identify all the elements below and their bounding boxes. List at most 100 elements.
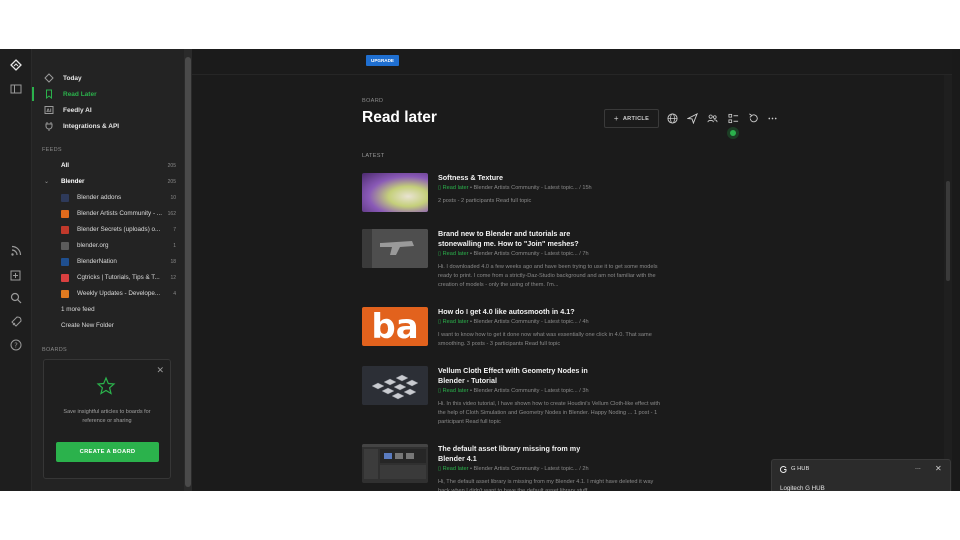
bookmark-icon bbox=[44, 89, 54, 99]
article-item[interactable]: Brand new to Blender and tutorials are s… bbox=[362, 229, 662, 289]
article-source: Blender Artists Community - Latest topic… bbox=[473, 185, 592, 191]
article-thumbnail bbox=[362, 173, 428, 212]
icon-rail: ? bbox=[0, 49, 32, 491]
add-content-icon[interactable] bbox=[8, 267, 24, 283]
feed-favicon bbox=[61, 290, 69, 298]
article-title[interactable]: How do I get 4.0 like autosmooth in 4.1? bbox=[438, 307, 608, 317]
article-title[interactable]: Brand new to Blender and tutorials are s… bbox=[438, 229, 608, 249]
svg-text:?: ? bbox=[14, 342, 18, 350]
feed-item[interactable]: Blender Secrets (uploads) o... 7 bbox=[32, 222, 184, 238]
nav-label: Today bbox=[63, 74, 82, 82]
feed-count: 4 bbox=[173, 291, 176, 297]
feed-count: 12 bbox=[170, 275, 176, 281]
feeds-icon[interactable] bbox=[8, 243, 24, 259]
feed-favicon bbox=[61, 258, 69, 266]
rocket-icon[interactable] bbox=[8, 314, 24, 330]
sidebar-scrollbar[interactable] bbox=[184, 49, 192, 491]
search-icon[interactable] bbox=[8, 290, 24, 306]
add-article-button[interactable]: + ARTICLE bbox=[604, 109, 659, 128]
checklist-icon[interactable] bbox=[727, 112, 739, 124]
folder-blender[interactable]: ⌄ Blender 205 bbox=[32, 174, 184, 190]
upgrade-button[interactable]: UPGRADE bbox=[366, 55, 399, 66]
feed-item[interactable]: BlenderNation 18 bbox=[32, 254, 184, 270]
feed-count: 10 bbox=[170, 195, 176, 201]
nav-integrations[interactable]: Integrations & API bbox=[32, 118, 184, 134]
feed-name: Cgtricks | Tutorials, Tips & T... bbox=[77, 274, 160, 281]
refresh-icon[interactable] bbox=[747, 112, 759, 124]
feed-count: 18 bbox=[170, 259, 176, 265]
feed-name: blender.org bbox=[77, 242, 109, 249]
chevron-down-icon[interactable]: ⌄ bbox=[44, 178, 49, 185]
help-icon[interactable]: ? bbox=[8, 337, 24, 353]
create-board-button[interactable]: CREATE A BOARD bbox=[56, 442, 159, 462]
read-later-tag: ▯ Read later bbox=[438, 185, 469, 191]
article-meta: ▯ Read later • Blender Artists Community… bbox=[438, 251, 589, 257]
article-summary: Hi. I downloaded 4.0 a few weeks ago and… bbox=[438, 264, 658, 288]
create-board-card: ✕ Save insightful articles to boards for… bbox=[43, 359, 171, 479]
feed-count: 162 bbox=[167, 211, 176, 217]
create-folder-link[interactable]: Create New Folder bbox=[61, 322, 114, 329]
feed-all-label: All bbox=[61, 162, 70, 169]
close-icon[interactable]: ✕ bbox=[156, 365, 164, 376]
feed-item[interactable]: Blender Artists Community - ... 162 bbox=[32, 206, 184, 222]
feed-name: Blender addons bbox=[77, 194, 122, 201]
today-icon bbox=[44, 73, 54, 83]
article-summary: 2 posts - 2 participants Read full topic bbox=[438, 198, 532, 204]
article-meta: ▯ Read later • Blender Artists Community… bbox=[438, 319, 589, 325]
ghub-logo-icon bbox=[780, 466, 787, 473]
feed-count: 1 bbox=[173, 243, 176, 249]
article-meta: ▯ Read later • Blender Artists Community… bbox=[438, 185, 592, 191]
feed-item[interactable]: blender.org 1 bbox=[32, 238, 184, 254]
nav-read-later[interactable]: Read Later bbox=[32, 86, 184, 102]
article-source: Blender Artists Community - Latest topic… bbox=[473, 251, 589, 257]
feed-all[interactable]: All 205 bbox=[32, 158, 184, 174]
main-scrollbar[interactable] bbox=[944, 75, 952, 491]
plug-icon bbox=[44, 121, 54, 131]
article-summary: Hi. In this video tutorial, I have shown… bbox=[438, 401, 661, 425]
toast-close-icon[interactable]: ✕ bbox=[935, 464, 942, 473]
article-title[interactable]: Vellum Cloth Effect with Geometry Nodes … bbox=[438, 366, 608, 386]
feed-name: Blender Artists Community - ... bbox=[77, 210, 163, 217]
feed-count: 7 bbox=[173, 227, 176, 233]
article-meta: ▯ Read later • Blender Artists Community… bbox=[438, 466, 589, 472]
article-title[interactable]: The default asset library missing from m… bbox=[438, 444, 608, 464]
status-indicator[interactable] bbox=[727, 127, 739, 139]
article-summary: Hi, The default asset library is missing… bbox=[438, 479, 654, 491]
toast-app-name: G HUB bbox=[791, 466, 810, 472]
feed-item[interactable]: Cgtricks | Tutorials, Tips & T... 12 bbox=[32, 270, 184, 286]
team-icon[interactable] bbox=[706, 112, 718, 124]
more-options-icon[interactable] bbox=[766, 112, 778, 124]
read-later-tag: ▯ Read later bbox=[438, 466, 469, 472]
feed-favicon bbox=[61, 274, 69, 282]
sidebar: Today Read Later AI Feedly AI Integratio… bbox=[32, 49, 184, 491]
article-item[interactable]: Vellum Cloth Effect with Geometry Nodes … bbox=[362, 366, 662, 426]
feed-item[interactable]: Weekly Updates - Develope... 4 bbox=[32, 286, 184, 302]
notification-toast[interactable]: G HUB ... ✕ Logitech G HUB bbox=[771, 459, 951, 492]
article-thumbnail: ba bbox=[362, 307, 428, 346]
feedly-logo-icon[interactable] bbox=[8, 57, 24, 73]
nav-today[interactable]: Today bbox=[32, 70, 184, 86]
feedly-app: ? Today Read Later AI Feedly AI Integrat… bbox=[0, 49, 960, 491]
nav-label: Read Later bbox=[63, 90, 97, 98]
article-summary: I want to know how to get it done now wh… bbox=[438, 332, 652, 347]
article-source: Blender Artists Community - Latest topic… bbox=[473, 388, 589, 394]
globe-icon[interactable] bbox=[666, 112, 678, 124]
article-thumbnail bbox=[362, 366, 428, 405]
feed-all-count: 205 bbox=[167, 163, 176, 169]
nav-feedly-ai[interactable]: AI Feedly AI bbox=[32, 102, 184, 118]
feeds-section-label: FEEDS bbox=[42, 147, 62, 153]
article-item[interactable]: Softness & Texture ▯ Read later • Blende… bbox=[362, 173, 662, 213]
boards-section-label: BOARDS bbox=[42, 347, 68, 353]
read-later-tag: ▯ Read later bbox=[438, 388, 469, 394]
feed-favicon bbox=[61, 210, 69, 218]
toast-more-icon[interactable]: ... bbox=[915, 464, 921, 471]
feed-item[interactable]: Blender addons 10 bbox=[32, 190, 184, 206]
feed-favicon bbox=[61, 194, 69, 202]
article-item[interactable]: ba How do I get 4.0 like autosmooth in 4… bbox=[362, 307, 662, 349]
article-title[interactable]: Softness & Texture bbox=[438, 173, 608, 183]
sidebar-toggle-icon[interactable] bbox=[8, 81, 24, 97]
nav-label: Feedly AI bbox=[63, 106, 92, 114]
article-item[interactable]: The default asset library missing from m… bbox=[362, 444, 662, 491]
more-feed-link[interactable]: 1 more feed bbox=[61, 306, 95, 313]
send-icon[interactable] bbox=[686, 112, 698, 124]
